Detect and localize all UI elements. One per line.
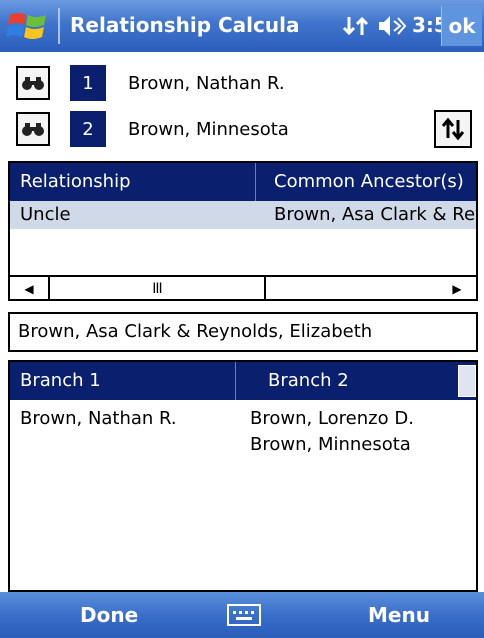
swap-arrows-icon (441, 117, 465, 141)
app-title: Relationship Calcula (70, 13, 300, 37)
branches-list-header: Branch 1 Branch 2 (10, 362, 476, 400)
person-1-name[interactable]: Brown, Nathan R. (128, 73, 285, 94)
list-item[interactable]: Brown, Lorenzo D. (250, 406, 414, 432)
row-common-ancestors: Brown, Asa Clark & Reynolds, Elizabeth (274, 204, 476, 225)
softkey-bar: Done Menu (0, 592, 484, 638)
person-2-name[interactable]: Brown, Minnesota (128, 119, 289, 140)
relationship-list: Relationship Common Ancestor(s) Uncle Br… (8, 161, 478, 301)
column-branch-1[interactable]: Branch 1 (10, 362, 236, 400)
table-row[interactable]: Uncle Brown, Asa Clark & Reynolds, Eliza… (10, 201, 476, 229)
list-item[interactable]: Brown, Nathan R. (20, 406, 177, 432)
column-branch-2[interactable]: Branch 2 (242, 362, 452, 400)
binoculars-icon (22, 77, 44, 90)
branches-list: Branch 1 Branch 2 Brown, Nathan R. Brown… (8, 360, 478, 592)
speaker-icon[interactable] (376, 13, 408, 39)
scroll-right-icon[interactable]: ▶ (444, 277, 470, 299)
column-relationship[interactable]: Relationship (10, 163, 256, 201)
menu-softkey[interactable]: Menu (368, 592, 430, 638)
header-scroll-stub (458, 365, 476, 397)
title-separator (58, 8, 60, 44)
branch-2-list: Brown, Lorenzo D. Brown, Minnesota (250, 406, 414, 458)
horizontal-scrollbar[interactable]: ◀ III ▶ (10, 275, 476, 299)
windows-logo-icon[interactable] (6, 7, 50, 45)
list-item[interactable]: Brown, Minnesota (250, 432, 414, 458)
common-ancestor-field[interactable]: Brown, Asa Clark & Reynolds, Elizabeth (8, 312, 478, 352)
keyboard-icon[interactable] (226, 602, 262, 628)
done-softkey[interactable]: Done (80, 592, 138, 638)
connectivity-icon[interactable] (341, 13, 371, 39)
find-person-2-button[interactable] (16, 112, 50, 146)
swap-persons-button[interactable] (434, 110, 472, 148)
ok-button[interactable]: ok (441, 6, 482, 46)
find-person-1-button[interactable] (16, 66, 50, 100)
person-2-number: 2 (70, 111, 106, 147)
relationship-list-header: Relationship Common Ancestor(s) (10, 163, 476, 201)
row-relationship: Uncle (20, 204, 71, 225)
binoculars-icon (22, 123, 44, 136)
branch-1-list: Brown, Nathan R. (20, 406, 177, 432)
person-1-number: 1 (70, 65, 106, 101)
scroll-thumb[interactable]: III (48, 277, 266, 299)
column-common-ancestors[interactable]: Common Ancestor(s) (264, 163, 476, 201)
scroll-left-icon[interactable]: ◀ (16, 277, 42, 299)
title-bar: Relationship Calcula 3:56 ok (0, 0, 484, 52)
